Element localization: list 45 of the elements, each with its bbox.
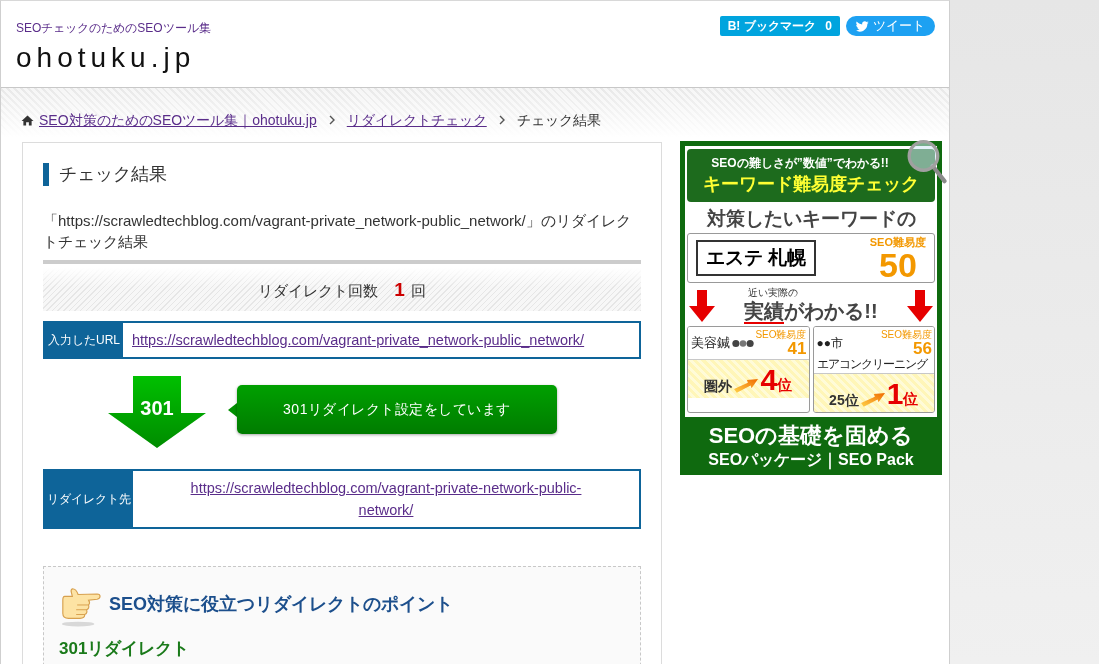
score-value: 56 — [913, 340, 932, 357]
score-value: 50 — [878, 248, 917, 281]
site-tagline-link[interactable]: SEOチェックのためのSEOツール集 — [16, 20, 211, 36]
example-keyword: 美容鍼 — [691, 336, 730, 350]
section-title: チェック結果 — [43, 163, 641, 186]
new-rank: 4位 — [760, 365, 793, 395]
input-url-label: 入力したURL — [45, 323, 123, 357]
example-keyword: エアコンクリーニング — [816, 357, 928, 371]
diagonal-arrow-icon — [860, 390, 885, 407]
ad-title: キーワード難易度チェック — [703, 173, 919, 195]
bird-icon — [856, 20, 869, 32]
score-label: SEO難易度 — [880, 329, 932, 340]
down-arrow-icon — [108, 376, 206, 448]
ad-lead-text: 対策したいキーワードの — [705, 207, 917, 231]
ad-footer-subtitle: SEOパッケージ｜SEO Pack — [708, 450, 914, 470]
score-label: SEO難易度 — [869, 235, 926, 249]
breadcrumb-link[interactable]: SEO対策のためのSEOツール集｜ohotuku.jp — [39, 111, 317, 129]
input-url-link[interactable]: https://scrawledtechblog.com/vagrant-private_network-public_network/ — [132, 332, 585, 348]
down-arrow-icon — [689, 289, 715, 322]
tips-title: SEO対策に役立つリダイレクトのポイント — [109, 593, 453, 616]
previous-rank: 圏外 — [704, 377, 733, 395]
breadcrumb-current: チェック結果 — [516, 111, 601, 129]
previous-rank: 25位 — [829, 391, 859, 409]
result-description: 「https://scrawledtechblog.com/vagrant-private_network-public_network/」のリダイレクトチェック結果 — [43, 211, 632, 252]
breadcrumb-link[interactable]: リダイレクトチェック — [346, 111, 487, 129]
keyword-text: エステ 札幌 — [696, 240, 817, 276]
tips-subheading: 301リダイレクト — [59, 638, 191, 660]
home-icon — [21, 114, 34, 126]
ad-note: 近い実際の — [748, 287, 799, 299]
score-value: 41 — [787, 340, 807, 357]
ad-headline: 実績がわかる!! — [744, 299, 878, 324]
status-code: 301 — [139, 396, 175, 420]
example-keyword: ●●市 — [816, 336, 843, 350]
chevron-icon — [328, 115, 335, 125]
new-rank: 1位 — [886, 379, 919, 409]
chevron-icon — [498, 115, 505, 125]
score-label: SEO難易度 — [755, 329, 807, 340]
site-logo[interactable]: ohotuku.jp — [16, 41, 196, 75]
ad-tagline: SEOの難しさが”数値”でわかる!! — [711, 156, 889, 171]
redirect-count-text: リダイレクト回数 1 回 — [258, 278, 426, 301]
down-arrow-icon — [907, 289, 933, 322]
ad-footer-title: SEOの基礎を固める — [708, 422, 914, 449]
diagonal-arrow-icon — [734, 376, 759, 393]
redirect-target-link[interactable]: https://scrawledtechblog.com/vagrant-private-network-public-network/ — [167, 477, 605, 521]
redirect-target-label: リダイレクト先 — [45, 471, 133, 527]
